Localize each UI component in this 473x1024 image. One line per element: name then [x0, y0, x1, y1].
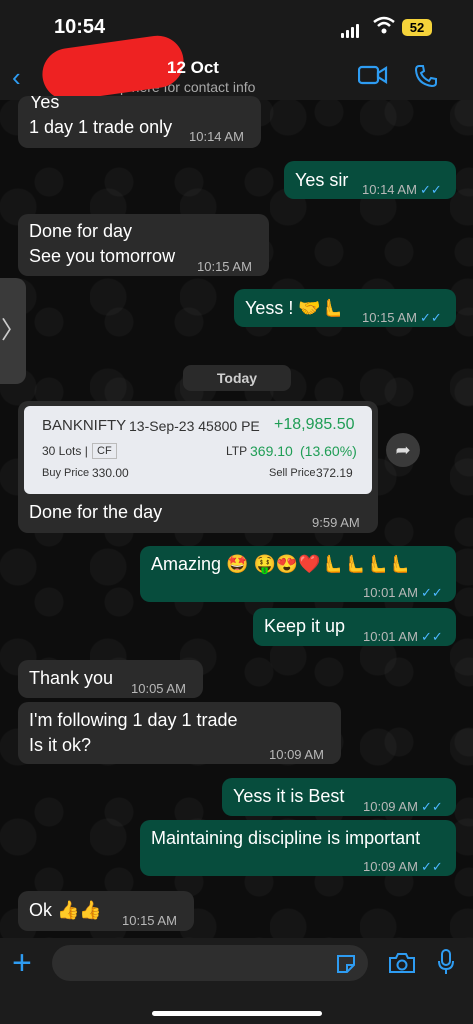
- message-text: I'm following 1 day 1 trade: [29, 710, 238, 730]
- message-time: 10:14 AM: [189, 129, 244, 144]
- message-text-line2: Is it ok?: [29, 735, 92, 755]
- message-outgoing[interactable]: Amazing 🤩 🤑😍❤️🫷🫷🫷🫷 10:01 AM ✓✓: [140, 546, 456, 602]
- read-receipt-icon: ✓✓: [419, 310, 442, 325]
- back-chevron-icon[interactable]: ‹: [12, 62, 21, 93]
- trade-card[interactable]: BANKNIFTY 13-Sep-23 45800 PE +18,985.50 …: [24, 406, 372, 494]
- message-outgoing[interactable]: Maintaining discipline is important 10:0…: [140, 820, 456, 876]
- message-incoming[interactable]: Done for day See you tomorrow 10:15 AM: [18, 214, 269, 276]
- message-text: 1 day 1 trade only: [29, 117, 173, 137]
- message-outgoing[interactable]: Keep it up 10:01 AM ✓✓: [253, 608, 456, 646]
- trade-pnl: +18,985.50: [274, 416, 355, 433]
- trade-contract: 13-Sep-23 45800 PE: [129, 418, 260, 434]
- voice-call-icon[interactable]: [414, 64, 438, 88]
- signal-icon: [341, 20, 361, 38]
- camera-icon[interactable]: [388, 951, 416, 975]
- message-text: Thank you: [29, 668, 114, 688]
- video-call-icon[interactable]: [358, 64, 388, 86]
- message-incoming[interactable]: I'm following 1 day 1 trade Is it ok? 10…: [18, 702, 341, 764]
- header-date[interactable]: 12 Oct: [167, 58, 219, 78]
- message-incoming[interactable]: Ok 👍👍 10:15 AM: [18, 891, 194, 931]
- trade-type-badge: CF: [92, 443, 117, 459]
- trade-symbol: BANKNIFTY: [42, 417, 127, 434]
- ltp-value: 369.10: [250, 443, 293, 459]
- message-text: Done for day: [29, 221, 133, 241]
- message-text: Done for the day: [29, 502, 163, 522]
- plus-icon[interactable]: +: [12, 944, 32, 983]
- chat-background: 10:54 52 ‹ p here for contact info 12 Oc…: [0, 0, 473, 1024]
- message-text: Amazing 🤩 🤑😍❤️🫷🫷🫷🫷: [151, 554, 411, 574]
- message-time: 10:09 AM ✓✓: [363, 859, 443, 874]
- composer-bar: +: [0, 938, 473, 1024]
- message-time: 10:15 AM: [122, 913, 177, 928]
- home-indicator: [152, 1011, 322, 1016]
- message-outgoing[interactable]: Yes sir 10:14 AM ✓✓: [284, 161, 456, 199]
- status-bar: 10:54 52: [0, 0, 473, 52]
- message-text: Yess it is Best: [233, 786, 345, 806]
- read-receipt-icon: ✓✓: [420, 585, 443, 600]
- side-panel-tab[interactable]: 〉: [0, 278, 26, 384]
- message-time: 10:14 AM ✓✓: [362, 182, 442, 197]
- message-incoming[interactable]: Thank you 10:05 AM: [18, 660, 203, 698]
- read-receipt-icon: ✓✓: [420, 629, 443, 644]
- message-text: Keep it up: [264, 616, 346, 636]
- message-time: 10:15 AM: [197, 259, 252, 274]
- chat-header[interactable]: ‹ p here for contact info 12 Oct: [0, 32, 473, 104]
- message-time: 10:01 AM ✓✓: [363, 585, 443, 600]
- ltp-change: (13.60%): [300, 443, 357, 459]
- message-outgoing[interactable]: Yess ! 🤝🫷 10:15 AM ✓✓: [234, 289, 456, 327]
- message-time: 10:15 AM ✓✓: [362, 310, 442, 325]
- read-receipt-icon: ✓✓: [419, 182, 442, 197]
- wifi-icon: [373, 16, 395, 34]
- message-time: 10:05 AM: [131, 681, 186, 696]
- sell-price-label: Sell Price: [269, 467, 316, 479]
- ltp-label: LTP: [226, 444, 248, 458]
- battery-indicator: 52: [402, 19, 432, 36]
- buy-price-label: Buy Price: [42, 467, 90, 479]
- sticker-icon[interactable]: [335, 953, 357, 975]
- message-text-line2: See you tomorrow: [29, 246, 176, 266]
- message-text: Ok 👍👍: [29, 900, 102, 920]
- buy-price: 330.00: [92, 466, 129, 480]
- message-time: 10:09 AM: [269, 747, 324, 762]
- microphone-icon[interactable]: [437, 948, 455, 976]
- message-input[interactable]: [52, 945, 368, 981]
- message-time: 9:59 AM: [312, 515, 360, 530]
- forward-icon[interactable]: ➦: [386, 433, 420, 467]
- read-receipt-icon: ✓✓: [420, 799, 443, 814]
- message-text: Yess ! 🤝🫷: [245, 298, 344, 318]
- message-outgoing[interactable]: Yess it is Best 10:09 AM ✓✓: [222, 778, 456, 816]
- read-receipt-icon: ✓✓: [420, 859, 443, 874]
- message-text: Maintaining discipline is important: [151, 828, 421, 848]
- message-time: 10:09 AM ✓✓: [363, 799, 443, 814]
- message-text: Yes sir: [295, 170, 349, 190]
- sell-price: 372.19: [316, 466, 353, 480]
- status-time: 10:54: [54, 16, 106, 38]
- trade-lots: 30 Lots |: [42, 444, 88, 458]
- date-separator: Today: [183, 365, 291, 391]
- message-time: 10:01 AM ✓✓: [363, 629, 443, 644]
